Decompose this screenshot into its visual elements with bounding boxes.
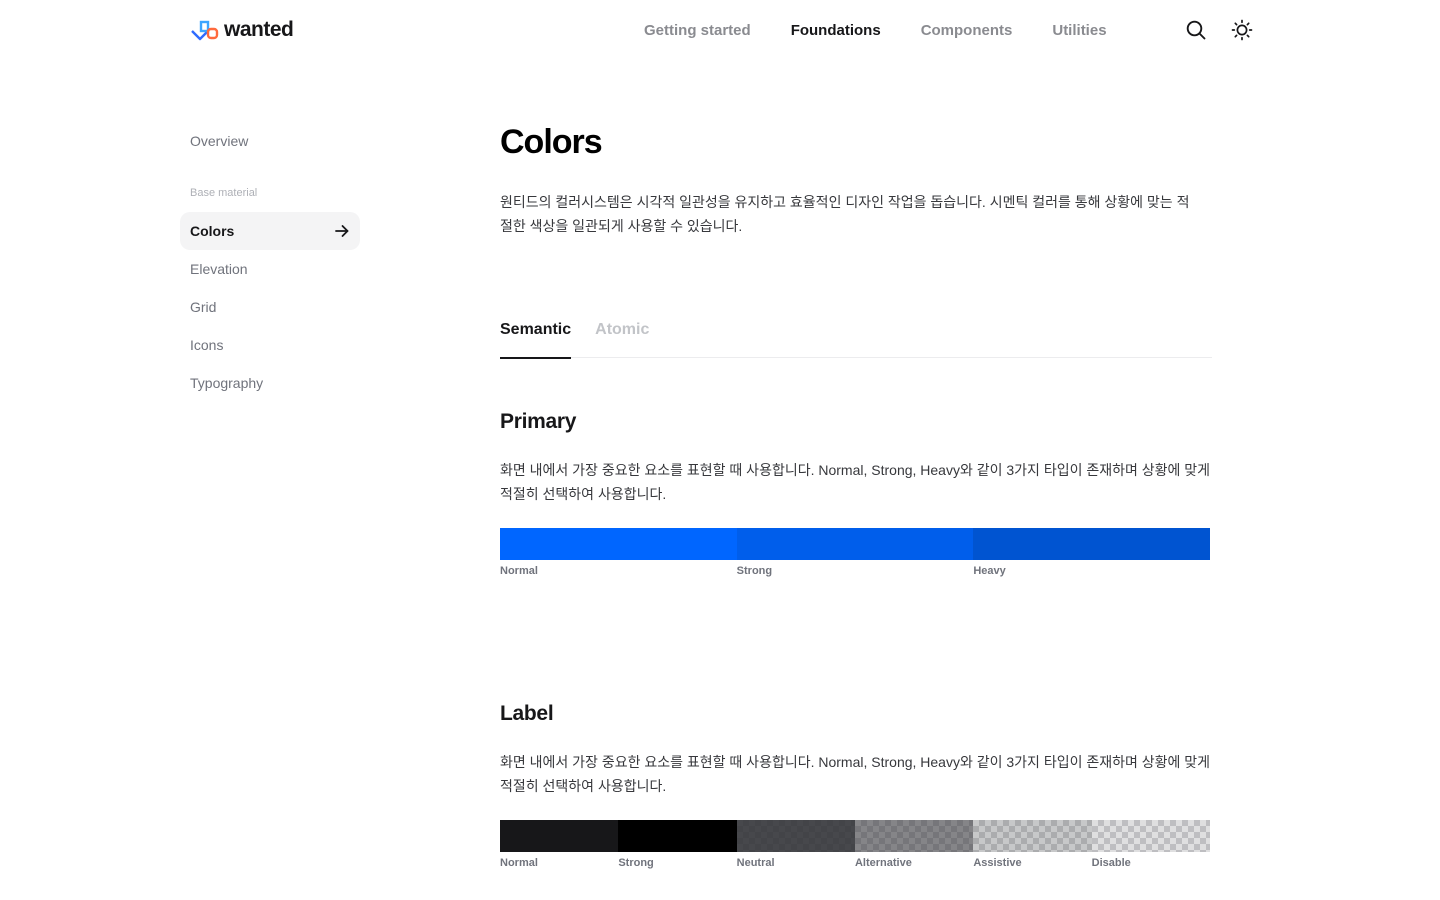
swatch-color: [736, 820, 855, 852]
swatch-label-normal[interactable]: Normal: [500, 820, 619, 870]
swatch-color: [736, 528, 974, 560]
sidebar-item-grid[interactable]: Grid: [180, 288, 360, 326]
search-icon-svg: [1186, 20, 1206, 40]
nav-utilities[interactable]: Utilities: [1052, 20, 1106, 42]
swatch-label: Disable: [1091, 857, 1131, 869]
swatch-label-neutral[interactable]: Neutral: [736, 820, 855, 870]
swatch-color: [854, 820, 974, 852]
swatch-overlay: [618, 820, 737, 852]
search-icon[interactable]: [1184, 18, 1208, 42]
swatch-label: Heavy: [973, 565, 1006, 577]
sidebar-item-colors[interactable]: Colors: [180, 212, 360, 250]
section-description: 화면 내에서 가장 중요한 요소를 표현할 때 사용합니다. Normal, S…: [500, 462, 1211, 502]
swatch-overlay: [736, 820, 855, 852]
swatch-color: [500, 528, 737, 560]
top-header: wanted Getting started Foundations Compo…: [0, 0, 1440, 62]
sidebar-item-label: Typography: [190, 375, 264, 391]
swatch-primary-heavy[interactable]: Heavy: [973, 528, 1211, 578]
tab-atomic[interactable]: Atomic: [595, 320, 649, 358]
sidebar-item-overview[interactable]: Overview: [180, 122, 360, 160]
section-description: 화면 내에서 가장 중요한 요소를 표현할 때 사용합니다. Normal, S…: [500, 754, 1211, 794]
sidebar-item-label: Overview: [190, 133, 249, 149]
swatch-overlay: [1091, 820, 1210, 852]
sidebar-item-label: Colors: [190, 223, 235, 239]
page-title: Colors: [500, 123, 603, 161]
swatch-color: [973, 820, 1092, 852]
sidebar-item-label: Icons: [190, 337, 224, 353]
swatch-label: Neutral: [736, 857, 775, 869]
section-primary: Primary 화면 내에서 가장 중요한 요소를 표현할 때 사용합니다. N…: [500, 408, 1212, 578]
swatch-label-strong[interactable]: Strong: [618, 820, 737, 870]
sidebar-item-typography[interactable]: Typography: [180, 364, 360, 402]
swatch-label: Strong: [736, 565, 773, 577]
sidebar: Overview Base material Colors Elevation …: [180, 122, 360, 402]
swatch-primary-strong[interactable]: Strong: [736, 528, 974, 578]
section-label: Label 화면 내에서 가장 중요한 요소를 표현할 때 사용합니다. Nor…: [500, 700, 1212, 870]
swatch-label-assistive[interactable]: Assistive: [973, 820, 1092, 870]
swatch-color: [1091, 820, 1210, 852]
swatch-color: [973, 528, 1211, 560]
swatch-label: Strong: [618, 857, 654, 869]
sidebar-item-icons[interactable]: Icons: [180, 326, 360, 364]
swatch-row: Normal Strong Heavy: [500, 528, 1211, 578]
wanted-logo-icon: [191, 20, 219, 41]
nav-getting-started[interactable]: Getting started: [644, 20, 751, 42]
logo-text: wanted: [224, 18, 294, 41]
swatch-label-disable[interactable]: Disable: [1091, 820, 1210, 870]
section-title: Label: [500, 702, 554, 725]
swatch-label: Normal: [500, 857, 538, 869]
swatch-label-alternative[interactable]: Alternative: [854, 820, 974, 870]
section-title: Primary: [500, 410, 577, 433]
tab-semantic[interactable]: Semantic: [500, 320, 572, 359]
sidebar-group-label: Base material: [190, 187, 258, 199]
arrow-right-icon: [335, 225, 349, 237]
header-actions: [1184, 18, 1254, 42]
sidebar-item-label: Grid: [190, 299, 217, 315]
sidebar-item-label: Elevation: [190, 261, 248, 277]
swatch-overlay: [973, 820, 1092, 852]
swatch-color: [500, 820, 619, 852]
swatch-row: Normal Strong Neutral Alternative Assist…: [500, 820, 1210, 870]
color-tabs: Semantic Atomic: [500, 320, 1212, 359]
nav-components[interactable]: Components: [921, 20, 1013, 42]
swatch-primary-normal[interactable]: Normal: [500, 528, 737, 578]
nav-foundations[interactable]: Foundations: [791, 20, 881, 42]
swatch-label: Normal: [500, 565, 538, 577]
swatch-overlay: [854, 820, 974, 852]
top-nav: Getting started Foundations Components U…: [644, 20, 1107, 42]
page-description: 원티드의 컬러시스템은 시각적 일관성을 유지하고 효율적인 디자인 작업을 돕…: [500, 194, 1190, 234]
swatch-label: Assistive: [973, 857, 1022, 869]
logo[interactable]: wanted: [190, 18, 294, 42]
swatch-label: Alternative: [854, 857, 912, 869]
sidebar-item-elevation[interactable]: Elevation: [180, 250, 360, 288]
swatch-overlay: [500, 820, 619, 852]
main-content: Colors 원티드의 컬러시스템은 시각적 일관성을 유지하고 효율적인 디자…: [500, 120, 1212, 359]
sun-icon-svg: [1231, 19, 1253, 41]
swatch-color: [618, 820, 737, 852]
sun-icon[interactable]: [1230, 18, 1254, 42]
